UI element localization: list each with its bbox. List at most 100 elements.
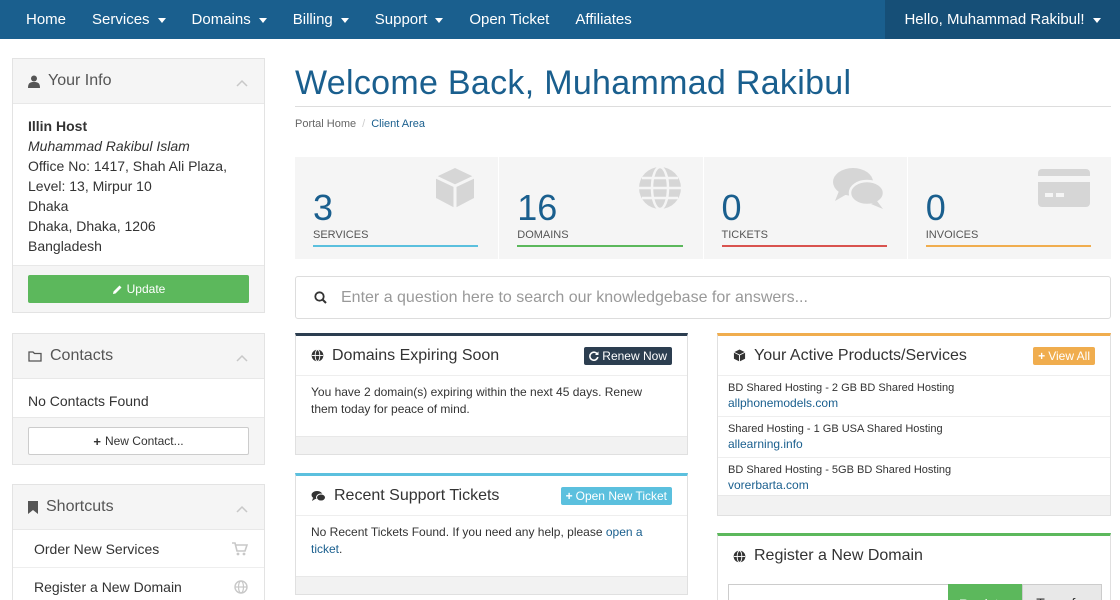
active-products-card: Your Active Products/Services + View All…: [717, 333, 1111, 516]
plus-icon: +: [1038, 348, 1046, 363]
nav-billing[interactable]: Billing: [280, 0, 362, 39]
plus-icon: +: [565, 488, 573, 503]
support-tickets-text: No Recent Tickets Found. If you need any…: [311, 525, 643, 556]
user-icon: [28, 75, 40, 88]
client-details: Illin Host Muhammad Rakibul Islam Office…: [13, 104, 264, 266]
register-domain-title: Register a New Domain: [754, 547, 923, 564]
nav-support[interactable]: Support: [362, 0, 457, 39]
globe-icon: [311, 349, 324, 362]
breadcrumb: Portal Home / Client Area: [295, 118, 426, 130]
kb-search-input[interactable]: [341, 288, 1081, 307]
stats-tiles: 3 SERVICES 16 DOMAINS 0 TICKETS 0 INVOIC…: [295, 157, 1111, 259]
client-name: Muhammad Rakibul Islam: [28, 138, 190, 154]
pencil-icon: [112, 284, 123, 295]
product-item[interactable]: BD Shared Hosting - 2 GB BD Shared Hosti…: [718, 376, 1110, 417]
search-icon: [314, 291, 327, 304]
page-title: Welcome Back, Muhammad Rakibul: [295, 64, 852, 102]
new-contact-button[interactable]: + New Contact...: [28, 427, 249, 455]
title-divider: [295, 106, 1111, 107]
active-products-title: Your Active Products/Services: [754, 346, 967, 364]
tile-invoices[interactable]: 0 INVOICES: [908, 157, 1111, 259]
tickets-underline: [721, 245, 887, 247]
invoices-label: INVOICES: [925, 229, 979, 241]
nav-services[interactable]: Services: [79, 0, 179, 39]
cube-icon: [733, 349, 746, 362]
comments-icon: [831, 165, 887, 216]
address-line: Office No: 1417, Shah Ali Plaza,: [28, 158, 227, 174]
bookmark-icon: [28, 500, 38, 514]
globe-icon: [637, 165, 683, 216]
credit-card-icon: [1037, 165, 1091, 214]
nav-affiliates[interactable]: Affiliates: [562, 0, 644, 39]
invoices-count: 0: [925, 187, 946, 228]
contacts-header[interactable]: Contacts: [13, 334, 264, 379]
cube-icon: [432, 165, 478, 216]
renew-now-button[interactable]: Renew Now: [584, 346, 672, 365]
view-all-button[interactable]: + View All: [1033, 346, 1095, 365]
domains-label: DOMAINS: [517, 229, 569, 241]
tile-services[interactable]: 3 SERVICES: [295, 157, 500, 259]
services-label: SERVICES: [313, 229, 369, 241]
caret-down-icon: [435, 18, 444, 23]
chevron-up-icon[interactable]: [236, 502, 248, 516]
cart-icon: [232, 541, 248, 556]
tile-domains[interactable]: 16 DOMAINS: [499, 157, 704, 259]
tickets-count: 0: [721, 187, 742, 228]
breadcrumb-client-area: Client Area: [371, 118, 426, 130]
product-domain-link[interactable]: vorerbarta.com: [728, 478, 1100, 493]
folder-icon: [28, 350, 42, 362]
caret-down-icon: [340, 18, 349, 23]
open-new-ticket-button[interactable]: + Open New Ticket: [560, 486, 672, 505]
shortcuts-header[interactable]: Shortcuts: [13, 485, 264, 530]
shortcuts-panel: Shortcuts Order New Services Register a …: [12, 484, 265, 600]
domains-expiring-title: Domains Expiring Soon: [332, 346, 500, 364]
shortcut-order-new-services[interactable]: Order New Services: [13, 530, 264, 568]
chevron-up-icon[interactable]: [236, 351, 248, 365]
plus-icon: +: [93, 433, 101, 449]
domain-search-input[interactable]: [728, 584, 948, 600]
globe-icon: [234, 579, 248, 594]
user-menu[interactable]: Hello, Muhammad Rakibul!: [885, 0, 1120, 39]
address-line: Level: 13, Mirpur 10: [28, 178, 152, 194]
breadcrumb-portal-home[interactable]: Portal Home: [295, 118, 356, 130]
tickets-label: TICKETS: [721, 229, 768, 241]
company-name: Illin Host: [28, 118, 88, 134]
domains-expiring-card: Domains Expiring Soon Renew Now You have…: [295, 333, 688, 455]
nav-domains[interactable]: Domains: [179, 0, 280, 39]
caret-down-icon: [157, 18, 166, 23]
domains-count: 16: [517, 187, 558, 228]
caret-down-icon: [258, 18, 267, 23]
register-button[interactable]: Register: [948, 584, 1022, 600]
services-count: 3: [313, 187, 334, 228]
product-domain-link[interactable]: allearning.info: [728, 437, 1100, 452]
your-info-panel: Your Info Illin Host Muhammad Rakibul Is…: [12, 58, 265, 313]
support-tickets-title: Recent Support Tickets: [334, 486, 500, 504]
top-navbar: Home Services Domains Billing Support Op…: [0, 0, 1120, 39]
your-info-header[interactable]: Your Info: [13, 59, 264, 104]
domains-expiring-text: You have 2 domain(s) expiring within the…: [311, 385, 643, 416]
product-item[interactable]: Shared Hosting - 1 GB USA Shared Hosting…: [718, 417, 1110, 458]
support-tickets-card: Recent Support Tickets + Open New Ticket…: [295, 473, 688, 595]
invoices-underline: [925, 245, 1091, 247]
address-line: Bangladesh: [28, 238, 102, 254]
product-item[interactable]: BD Shared Hosting - 5GB BD Shared Hostin…: [718, 458, 1110, 499]
domains-underline: [517, 245, 683, 247]
transfer-button[interactable]: Transfer: [1022, 584, 1102, 600]
tile-tickets[interactable]: 0 TICKETS: [704, 157, 908, 259]
refresh-icon: [589, 350, 599, 361]
chevron-up-icon[interactable]: [236, 76, 248, 90]
comments-icon: [311, 490, 326, 502]
update-button[interactable]: Update: [28, 275, 249, 303]
shortcut-register-domain[interactable]: Register a New Domain: [13, 568, 264, 600]
kb-search-bar: [295, 276, 1111, 319]
product-domain-link[interactable]: allphonemodels.com: [728, 396, 1100, 411]
address-line: Dhaka: [28, 198, 69, 214]
register-domain-card: Register a New Domain Register Transfer: [717, 533, 1111, 600]
nav-home[interactable]: Home: [0, 0, 79, 39]
caret-down-icon: [1092, 18, 1101, 23]
services-underline: [313, 245, 479, 247]
nav-open-ticket[interactable]: Open Ticket: [456, 0, 562, 39]
address-line: Dhaka, Dhaka, 1206: [28, 218, 156, 234]
contacts-panel: Contacts No Contacts Found + New Contact…: [12, 333, 265, 465]
globe-icon: [733, 549, 746, 563]
